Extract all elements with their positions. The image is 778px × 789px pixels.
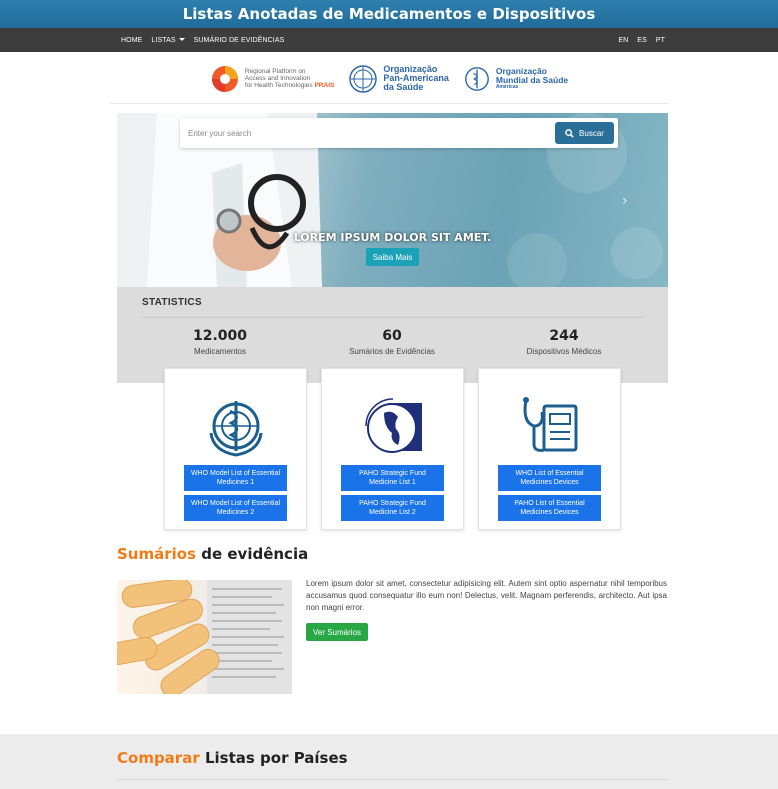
- stat-value: 244: [549, 328, 579, 344]
- sumarios-heading-rest: de evidência: [196, 545, 309, 563]
- nav-listas-dropdown[interactable]: LISTAS: [151, 36, 185, 44]
- prais-icon: [211, 65, 238, 92]
- lang-en[interactable]: EN: [618, 37, 628, 44]
- medical-device-icon: [515, 391, 585, 461]
- comparar-divider: [117, 779, 668, 780]
- paho-fund-list-2-button[interactable]: PAHO Strategic Fund Medicine List 2: [341, 495, 444, 521]
- paho-fund-list-1-button[interactable]: PAHO Strategic Fund Medicine List 1: [341, 465, 444, 491]
- stat-value: 12.000: [192, 328, 248, 344]
- paho-globe-icon: [349, 64, 378, 93]
- nav-home[interactable]: HOME: [121, 37, 142, 44]
- search-button-label: Buscar: [579, 128, 604, 138]
- who-logo[interactable]: Organização Mundial da Saúde Américas: [463, 65, 568, 93]
- sumarios-heading: Sumários de evidência: [117, 545, 308, 563]
- who-emblem-icon: [464, 66, 489, 91]
- sumarios-description: Lorem ipsum dolor sit amet, consectetur …: [306, 579, 667, 612]
- paho-logo[interactable]: Organização Pan-Americana da Saúde: [348, 64, 449, 94]
- stat-value: 60: [382, 328, 402, 344]
- site-title: Listas Anotadas de Medicamentos e Dispos…: [182, 5, 596, 23]
- stat-label: Sumários de Evidências: [349, 347, 435, 356]
- caret-down-icon: [178, 38, 185, 42]
- site-header: Listas Anotadas de Medicamentos e Dispos…: [0, 0, 778, 28]
- comparar-heading-highlight: Comparar: [117, 749, 200, 767]
- prais-logo[interactable]: Regional Platform on Access and Innovati…: [210, 64, 335, 94]
- stat-sumarios: 60 Sumários de Evidências: [312, 328, 472, 356]
- lang-es[interactable]: ES: [637, 37, 647, 44]
- lang-pt[interactable]: PT: [656, 37, 665, 44]
- search-input[interactable]: [188, 124, 548, 142]
- search-icon: [565, 128, 574, 138]
- who-model-list-2-button[interactable]: WHO Model List of Essential Medicines 2: [184, 495, 287, 521]
- statistics-divider: [142, 317, 643, 318]
- partner-logos: Regional Platform on Access and Innovati…: [110, 52, 668, 104]
- prais-line1: Regional Platform on: [244, 68, 306, 75]
- sumarios-heading-highlight: Sumários: [117, 545, 197, 563]
- carousel-prev-icon[interactable]: ‹: [154, 193, 160, 209]
- statistics-title: STATISTICS: [142, 297, 202, 308]
- prais-tag: PRAIS: [314, 82, 335, 89]
- paho-devices-list-button[interactable]: PAHO List of Essential Medicines Devices: [498, 495, 601, 521]
- who-line2: Mundial da Saúde: [495, 74, 569, 85]
- saiba-mais-button[interactable]: Saiba Mais: [366, 248, 419, 266]
- card-paho-strategic-fund: PAHO Strategic Fund Medicine List 1 PAHO…: [321, 368, 464, 530]
- card-who-medicines: WHO Model List of Essential Medicines 1 …: [164, 368, 307, 530]
- prais-line3: for Health Technologies PRAIS: [244, 82, 335, 89]
- search-button[interactable]: Buscar: [555, 122, 614, 144]
- nav-sumario[interactable]: SUMÁRIO DE EVIDÊNCIAS: [194, 37, 285, 44]
- prais-line2: Access and Innovation: [244, 75, 311, 82]
- comparar-heading-rest: Listas por Países: [199, 749, 348, 767]
- who-line3: Américas: [495, 84, 519, 90]
- who-model-list-1-button[interactable]: WHO Model List of Essential Medicines 1: [184, 465, 287, 491]
- main-navbar: HOME LISTAS SUMÁRIO DE EVIDÊNCIAS EN ES …: [0, 28, 778, 52]
- pills-image: [117, 580, 292, 694]
- who-devices-list-button[interactable]: WHO List of Essential Medicines Devices: [498, 465, 601, 491]
- ver-sumarios-button[interactable]: Ver Sumários: [306, 623, 368, 641]
- carousel-next-icon[interactable]: ›: [622, 193, 628, 209]
- search-bar: Buscar: [180, 118, 618, 148]
- paho-strategic-fund-icon: [358, 391, 428, 461]
- hero-caption: LOREM IPSUM DOLOR SIT AMET.: [293, 231, 492, 244]
- comparar-heading: Comparar Listas por Países: [117, 749, 348, 767]
- stat-label: Dispositivos Médicos: [526, 347, 602, 356]
- paho-line3: da Saúde: [383, 82, 424, 92]
- who-emblem-icon: [201, 391, 271, 461]
- comparar-section: Comparar Listas por Países: [0, 734, 778, 789]
- stat-label: Medicamentos: [193, 347, 247, 356]
- stat-dispositivos: 244 Dispositivos Médicos: [484, 328, 644, 356]
- stat-medicamentos: 12.000 Medicamentos: [140, 328, 300, 356]
- nav-listas-label: LISTAS: [151, 36, 176, 44]
- card-medical-devices: WHO List of Essential Medicines Devices …: [478, 368, 621, 530]
